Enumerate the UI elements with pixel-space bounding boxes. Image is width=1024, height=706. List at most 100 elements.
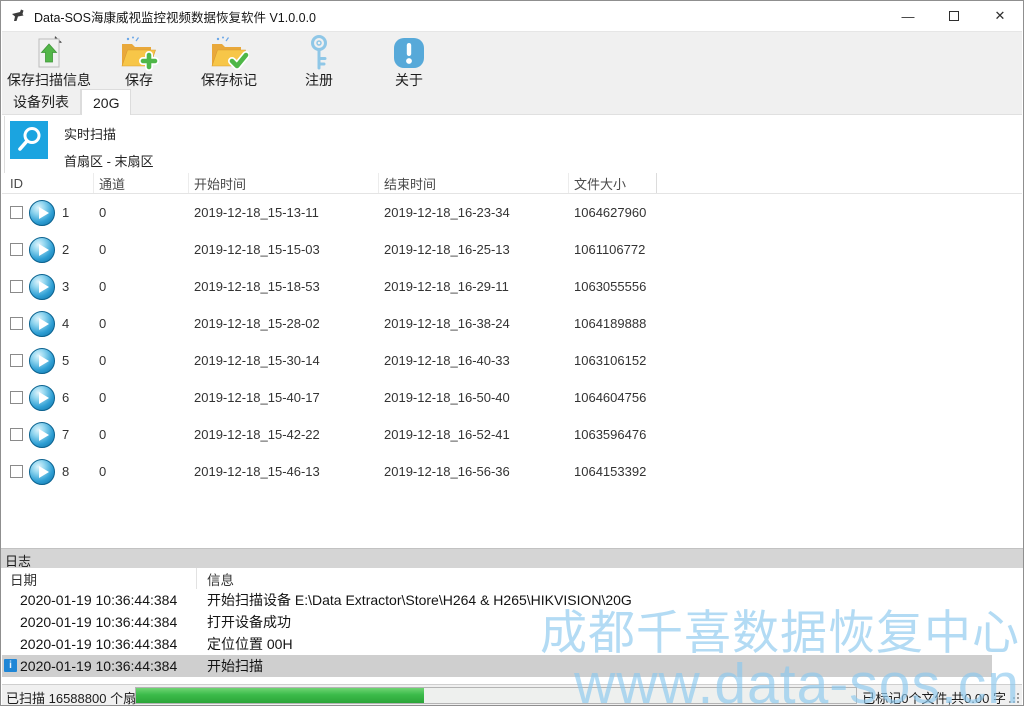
play-icon	[39, 355, 49, 367]
row-id: 6	[62, 390, 69, 405]
row-end-time: 2019-12-18_16-38-24	[379, 316, 569, 331]
row-lead: 1	[2, 200, 94, 226]
column-header-id[interactable]: ID	[2, 173, 94, 193]
row-end-time: 2019-12-18_16-50-40	[379, 390, 569, 405]
row-id: 8	[62, 464, 69, 479]
row-start-time: 2019-12-18_15-15-03	[189, 242, 379, 257]
log-date: 2020-01-19 10:36:44:384	[2, 592, 197, 608]
table-row[interactable]: 5 02019-12-18_15-30-142019-12-18_16-40-33…	[2, 342, 1022, 379]
log-body: 2020-01-19 10:36:44:384开始扫描设备 E:\Data Ex…	[2, 589, 1022, 683]
minimize-button[interactable]: —	[885, 1, 931, 31]
play-icon	[39, 392, 49, 404]
column-header-file-size[interactable]: 文件大小	[569, 173, 657, 193]
log-panel-title: 日志	[1, 548, 1023, 568]
log-column-date[interactable]: 日期	[2, 568, 197, 589]
save-scan-info-button[interactable]: 保存扫描信息	[4, 32, 94, 89]
table-row[interactable]: 202019-12-18_15-15-032019-12-18_16-25-13…	[2, 231, 1022, 268]
row-file-size: 1063596476	[569, 427, 657, 442]
column-header-end-time[interactable]: 结束时间	[379, 173, 569, 193]
play-button[interactable]	[29, 311, 55, 337]
play-icon	[39, 318, 49, 330]
row-checkbox[interactable]	[10, 354, 23, 367]
table-row[interactable]: 602019-12-18_15-40-172019-12-18_16-50-40…	[2, 379, 1022, 416]
play-icon	[39, 281, 49, 293]
toolbar-label: 保存标记	[201, 72, 257, 88]
row-lead: 2	[2, 237, 94, 263]
play-icon	[39, 466, 49, 478]
tab-device-list[interactable]: 设备列表	[2, 89, 81, 114]
marked-files-text: 已标记0个文件,共0.00 字	[862, 688, 1006, 706]
row-id: 1	[62, 205, 69, 220]
row-end-time: 2019-12-18_16-40-33	[379, 353, 569, 368]
magnifier-icon	[10, 121, 48, 159]
play-button[interactable]	[29, 459, 55, 485]
status-bar: 已扫描 16588800 个扇区 已标记0个文件,共0.00 字	[2, 684, 1022, 706]
row-checkbox[interactable]	[10, 428, 23, 441]
row-end-time: 2019-12-18_16-56-36	[379, 464, 569, 479]
info-icon: i	[4, 659, 17, 672]
row-checkbox[interactable]	[10, 206, 23, 219]
log-message: 开始扫描设备 E:\Data Extractor\Store\H264 & H2…	[197, 590, 632, 610]
log-row[interactable]: 2020-01-19 10:36:44:384打开设备成功	[2, 611, 992, 633]
play-button[interactable]	[29, 200, 55, 226]
row-checkbox[interactable]	[10, 391, 23, 404]
close-button[interactable]: ✕	[977, 1, 1023, 31]
app-window: Data-SOS海康威视监控视频数据恢复软件 V1.0.0.0 — ✕ 保存扫描…	[0, 0, 1024, 706]
exclamation-icon	[391, 34, 427, 72]
log-row[interactable]: i2020-01-19 10:36:44:384开始扫描	[2, 655, 992, 677]
toolbar-label: 关于	[395, 72, 423, 88]
tab-bar: 设备列表 20G	[2, 89, 1022, 115]
table-row[interactable]: 102019-12-18_15-13-112019-12-18_16-23-34…	[2, 194, 1022, 231]
scan-texts: 实时扫描 首扇区 - 末扇区	[64, 124, 154, 170]
toolbar-label: 保存	[125, 72, 153, 88]
table-row[interactable]: 402019-12-18_15-28-022019-12-18_16-38-24…	[2, 305, 1022, 342]
row-checkbox[interactable]	[10, 465, 23, 478]
scan-range-label: 首扇区 - 末扇区	[64, 151, 154, 170]
table-row[interactable]: 702019-12-18_15-42-222019-12-18_16-52-41…	[2, 416, 1022, 453]
save-marks-button[interactable]: 保存标记	[184, 32, 274, 89]
row-channel: 0	[94, 316, 189, 331]
play-button[interactable]	[29, 274, 55, 300]
row-end-time: 2019-12-18_16-23-34	[379, 205, 569, 220]
row-channel: 0	[94, 205, 189, 220]
play-button[interactable]	[29, 385, 55, 411]
play-button[interactable]	[29, 237, 55, 263]
row-start-time: 2019-12-18_15-28-02	[189, 316, 379, 331]
window-title: Data-SOS海康威视监控视频数据恢复软件 V1.0.0.0	[34, 7, 316, 26]
row-id: 5	[62, 353, 69, 368]
row-lead: 7	[2, 422, 94, 448]
folder-check-icon	[209, 34, 249, 72]
save-button[interactable]: 保存	[94, 32, 184, 89]
toolbar-label: 注册	[305, 72, 333, 88]
row-channel: 0	[94, 353, 189, 368]
tab-20g[interactable]: 20G	[81, 89, 131, 115]
play-button[interactable]	[29, 422, 55, 448]
scanned-sectors-text: 已扫描 16588800 个扇区	[6, 688, 149, 706]
log-row[interactable]: 2020-01-19 10:36:44:384定位位置 00H	[2, 633, 992, 655]
table-row[interactable]: 302019-12-18_15-18-532019-12-18_16-29-11…	[2, 268, 1022, 305]
row-checkbox[interactable]	[10, 317, 23, 330]
log-date: 2020-01-19 10:36:44:384	[2, 614, 197, 630]
maximize-button[interactable]	[931, 1, 977, 31]
log-row[interactable]: 2020-01-19 10:36:44:384开始扫描设备 E:\Data Ex…	[2, 589, 992, 611]
log-header: 日期 信息	[2, 568, 1022, 589]
table-header: ID 通道 开始时间 结束时间 文件大小	[2, 173, 1022, 194]
row-lead: 5	[2, 348, 94, 374]
scan-progress-bar	[135, 687, 857, 704]
register-button[interactable]: 注册	[274, 32, 364, 89]
table-row[interactable]: 802019-12-18_15-46-132019-12-18_16-56-36…	[2, 453, 1022, 490]
column-header-channel[interactable]: 通道	[94, 173, 189, 193]
row-checkbox[interactable]	[10, 280, 23, 293]
window-controls: — ✕	[885, 1, 1023, 31]
log-column-message[interactable]: 信息	[197, 568, 234, 589]
resize-grip-icon[interactable]	[1008, 692, 1020, 704]
row-start-time: 2019-12-18_15-30-14	[189, 353, 379, 368]
column-header-start-time[interactable]: 开始时间	[189, 173, 379, 193]
row-start-time: 2019-12-18_15-42-22	[189, 427, 379, 442]
row-channel: 0	[94, 279, 189, 294]
about-button[interactable]: 关于	[364, 32, 454, 89]
play-button[interactable]	[29, 348, 55, 374]
row-file-size: 1063055556	[569, 279, 657, 294]
row-checkbox[interactable]	[10, 243, 23, 256]
scan-button[interactable]	[10, 121, 48, 159]
